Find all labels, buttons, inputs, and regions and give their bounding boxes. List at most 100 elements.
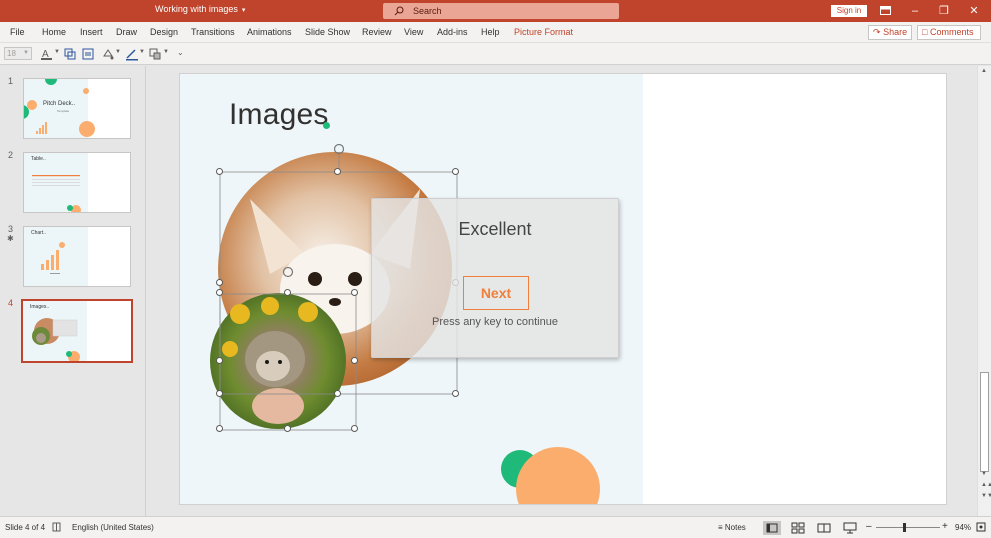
thumbnail-number: 1 xyxy=(8,76,14,86)
chevron-down-icon[interactable]: ▼ xyxy=(163,49,169,55)
previous-slide-icon[interactable]: ▲▲ xyxy=(981,482,991,488)
zoom-out-button[interactable]: – xyxy=(866,521,872,532)
tab-draw[interactable]: Draw xyxy=(116,27,137,37)
resize-handle[interactable] xyxy=(284,425,291,432)
slide-sorter-icon xyxy=(791,522,805,534)
popup-hint: Press any key to continue xyxy=(432,316,558,328)
zoom-in-button[interactable]: + xyxy=(942,521,948,532)
chevron-down-icon[interactable]: ▼ xyxy=(139,49,145,55)
search-placeholder: Search xyxy=(413,6,442,16)
resize-handle[interactable] xyxy=(216,279,223,286)
thumbnail-title: Pitch Deck.. xyxy=(43,101,76,107)
slide-thumbnail-pane: 1 Pitch Deck.. Template 2 Table.. 3 ✱ Ch… xyxy=(0,66,146,516)
resize-handle[interactable] xyxy=(334,390,341,397)
title-bar: Working with images ▾ Search Sign in – ❐ … xyxy=(0,0,991,22)
tab-review[interactable]: Review xyxy=(362,27,392,37)
resize-handle[interactable] xyxy=(216,390,223,397)
slide-counter: Slide 4 of 4 xyxy=(5,523,46,532)
resize-handle[interactable] xyxy=(284,289,291,296)
quiz-popup: Excellent Next Press any key to continue xyxy=(371,198,619,358)
thumbnail-number: 2 xyxy=(8,150,14,160)
scroll-down-icon[interactable]: ▼ xyxy=(981,471,987,477)
font-color-icon[interactable]: A xyxy=(40,47,54,61)
next-button[interactable]: Next xyxy=(463,276,529,310)
tab-picture-format[interactable]: Picture Format xyxy=(514,27,573,37)
sign-in-button[interactable]: Sign in xyxy=(831,5,867,17)
language-indicator[interactable]: English (United States) xyxy=(72,523,154,532)
tab-home[interactable]: Home xyxy=(42,27,66,37)
resize-handle[interactable] xyxy=(216,357,223,364)
thumbnail-graphic xyxy=(32,175,81,212)
resize-handle[interactable] xyxy=(334,168,341,175)
scrollbar-thumb[interactable] xyxy=(980,372,989,472)
notes-button[interactable]: ≡ Notes xyxy=(718,523,746,532)
tab-file[interactable]: File xyxy=(10,27,25,37)
slide-thumbnail-2[interactable]: Table.. xyxy=(23,152,131,213)
resize-handle[interactable] xyxy=(351,425,358,432)
normal-view-button[interactable] xyxy=(763,521,781,535)
title-accent-dot xyxy=(323,122,330,129)
ribbon-display-icon[interactable] xyxy=(880,5,891,16)
close-button[interactable]: ✕ xyxy=(964,2,984,20)
more-options-icon[interactable]: ⌄ xyxy=(177,48,184,57)
copy-format-icon[interactable] xyxy=(63,47,77,61)
share-icon: ↷ xyxy=(873,27,881,37)
resize-handle[interactable] xyxy=(351,289,358,296)
tab-insert[interactable]: Insert xyxy=(80,27,103,37)
tab-animations[interactable]: Animations xyxy=(247,27,292,37)
crop-icon[interactable] xyxy=(81,47,95,61)
reading-view-icon xyxy=(817,523,831,533)
resize-handle[interactable] xyxy=(216,425,223,432)
slide-thumbnail-3[interactable]: Chart.. xyxy=(23,226,131,287)
spelling-check-icon[interactable] xyxy=(52,522,62,532)
fit-to-window-icon[interactable] xyxy=(975,521,987,533)
zoom-slider-thumb[interactable] xyxy=(903,523,906,532)
tab-transitions[interactable]: Transitions xyxy=(191,27,235,37)
tab-design[interactable]: Design xyxy=(150,27,178,37)
thumbnail-graphic xyxy=(41,242,65,274)
thumbnail-subtitle: Template xyxy=(57,109,70,113)
resize-handle[interactable] xyxy=(216,168,223,175)
resize-handle[interactable] xyxy=(452,390,459,397)
status-bar: Slide 4 of 4 English (United States) ≡ N… xyxy=(0,516,991,538)
fill-icon[interactable] xyxy=(101,47,115,61)
chevron-down-icon[interactable]: ▼ xyxy=(54,49,60,55)
document-title[interactable]: Working with images ▾ xyxy=(155,4,245,14)
comment-icon: □ xyxy=(922,27,928,37)
share-button[interactable]: ↷ Share xyxy=(868,25,912,40)
slide-show-icon xyxy=(843,522,857,534)
reading-view-button[interactable] xyxy=(815,521,833,535)
slide-title[interactable]: Images xyxy=(229,98,329,132)
resize-handle[interactable] xyxy=(216,289,223,296)
thumbnail-number: 4 xyxy=(8,298,14,308)
slide-sorter-button[interactable] xyxy=(789,521,807,535)
minimize-button[interactable]: – xyxy=(905,2,925,20)
slide-thumbnail-4[interactable]: Images.. xyxy=(21,299,133,363)
outline-icon[interactable] xyxy=(125,47,139,61)
arrange-icon[interactable] xyxy=(148,47,162,61)
tab-view[interactable]: View xyxy=(404,27,423,37)
zoom-level[interactable]: 94% xyxy=(955,523,971,532)
search-icon xyxy=(394,6,404,16)
next-slide-icon[interactable]: ▼▼ xyxy=(981,493,991,499)
resize-handle[interactable] xyxy=(452,168,459,175)
zoom-slider[interactable] xyxy=(876,527,940,528)
font-size-select[interactable]: 18 ▼ xyxy=(4,47,32,60)
vertical-scrollbar[interactable]: ▲ ▼ ▲▲ ▼▼ xyxy=(977,66,991,516)
ribbon-toolbar: 18 ▼ A ▼ ▼ ▼ ▼ ⌄ xyxy=(0,43,991,65)
comments-button[interactable]: □ Comments xyxy=(917,25,981,40)
decorative-circles xyxy=(501,447,600,504)
chevron-down-icon: ▾ xyxy=(241,7,246,14)
tab-slide-show[interactable]: Slide Show xyxy=(305,27,350,37)
slide-show-button[interactable] xyxy=(841,521,859,535)
slide-thumbnail-1[interactable]: Pitch Deck.. Template xyxy=(23,78,131,139)
normal-view-icon xyxy=(766,523,778,533)
tab-help[interactable]: Help xyxy=(481,27,500,37)
tab-add-ins[interactable]: Add-ins xyxy=(437,27,468,37)
chevron-down-icon[interactable]: ▼ xyxy=(115,49,121,55)
ribbon-tabs: File Home Insert Draw Design Transitions… xyxy=(0,22,991,43)
restore-button[interactable]: ❐ xyxy=(934,2,954,20)
scroll-up-icon[interactable]: ▲ xyxy=(981,68,987,74)
search-box[interactable]: Search xyxy=(383,3,619,19)
resize-handle[interactable] xyxy=(351,357,358,364)
